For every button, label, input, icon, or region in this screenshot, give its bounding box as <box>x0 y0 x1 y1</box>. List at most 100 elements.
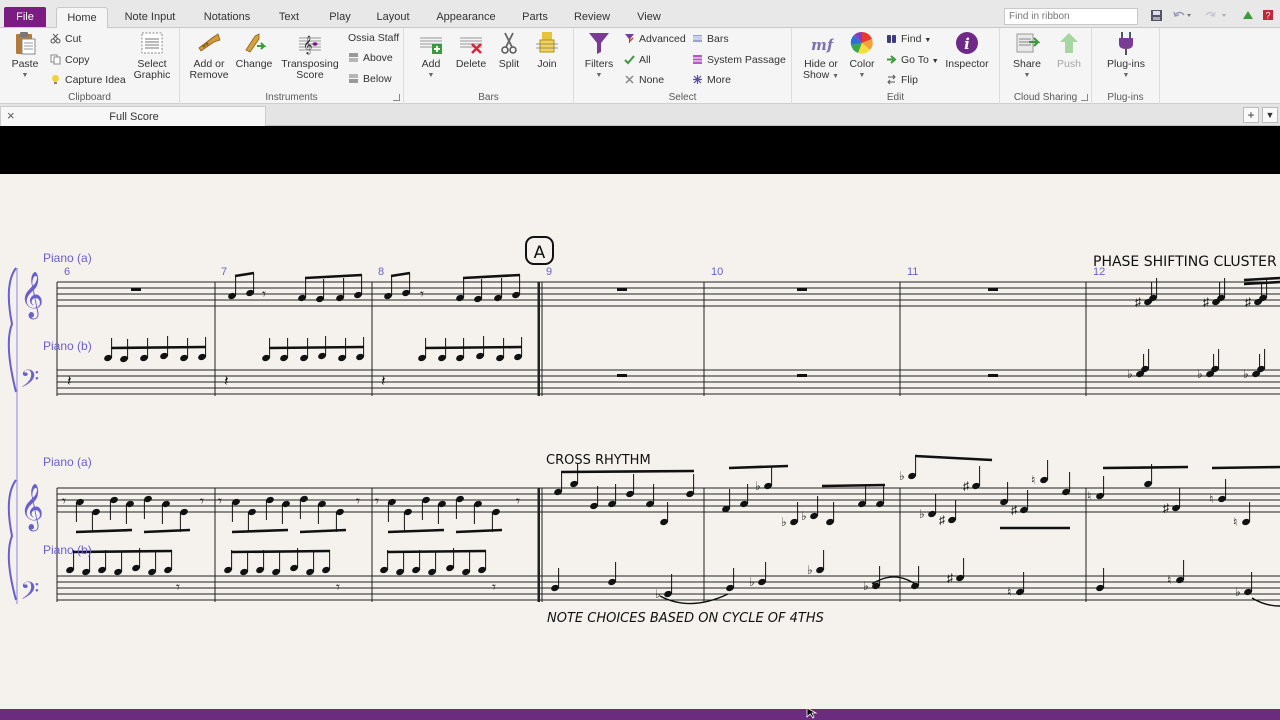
tab-menu-icon[interactable]: ▼ <box>1262 107 1278 123</box>
tab-play[interactable]: Play <box>322 7 358 28</box>
lightbulb-icon <box>52 75 59 84</box>
tab-appearance[interactable]: Appearance <box>430 7 502 28</box>
rest: 𝄾 <box>420 286 424 303</box>
copy-button[interactable]: Copy <box>50 53 90 67</box>
note <box>421 496 430 520</box>
goto-button[interactable]: Go To ▼ <box>886 53 939 67</box>
help-icon[interactable]: ? <box>1262 9 1274 24</box>
triangle-up-icon[interactable] <box>1242 9 1254 24</box>
color-button[interactable]: Color ▼ <box>846 30 878 81</box>
add-bar-button[interactable]: Add ▼ <box>416 30 446 81</box>
tab-file[interactable]: File <box>4 7 46 27</box>
capture-idea-button[interactable]: Capture Idea <box>50 73 126 87</box>
phase-shifting-text[interactable]: PHASE SHIFTING CLUSTER C <box>1093 254 1280 270</box>
rehearsal-mark[interactable]: A <box>534 243 546 263</box>
accidental: ♭ <box>919 507 925 521</box>
select-all-icon <box>624 55 635 65</box>
bar-number: 11 <box>907 266 918 278</box>
tab-note-input[interactable]: Note Input <box>116 7 184 28</box>
beam <box>455 528 503 534</box>
split-bar-button[interactable]: Split <box>494 30 524 70</box>
redo-icon[interactable] <box>1204 9 1228 25</box>
note <box>265 496 274 520</box>
tab-view[interactable]: View <box>628 7 670 28</box>
note <box>455 495 464 519</box>
plugins-button[interactable]: Plug-ins ▼ <box>1100 30 1152 81</box>
arrow-up-icon <box>1060 33 1078 53</box>
accidental: ♭ <box>755 479 761 493</box>
select-all-button[interactable]: All <box>624 53 651 67</box>
filters-button[interactable]: Filters ▼ <box>582 30 616 81</box>
delete-bar-button[interactable]: Delete <box>454 30 488 70</box>
split-label: Split <box>498 58 520 70</box>
cloud-dialog-launcher-icon[interactable] <box>1081 94 1088 101</box>
note <box>109 496 118 520</box>
instrument-name-piano-a[interactable]: Piano (a) <box>43 251 92 265</box>
note: ♮ <box>1167 560 1185 587</box>
save-icon[interactable] <box>1150 9 1163 25</box>
paste-button[interactable]: Paste ▼ <box>6 30 44 81</box>
tab-layout[interactable]: Layout <box>370 7 416 28</box>
note <box>412 550 421 574</box>
instrument-name-piano-a[interactable]: Piano (a) <box>43 455 92 469</box>
note <box>180 338 189 362</box>
transposing-score-button[interactable]: 𝄞 Transposing Score <box>278 30 342 81</box>
instrument-name-piano-b[interactable]: Piano (b) <box>43 543 92 557</box>
ossia-below-button[interactable]: Below <box>348 72 392 86</box>
instruments-dialog-launcher-icon[interactable] <box>393 94 400 101</box>
hide-show-button[interactable]: mf Hide or Show ▼ <box>800 30 842 82</box>
accidental: ♮ <box>1087 489 1091 503</box>
note-choices-text[interactable]: NOTE CHOICES BASED ON CYCLE OF 4THS <box>547 611 824 626</box>
score-canvas[interactable]: 𝄾 𝄾 𝄽 𝄽 𝄽 ♯ ♯ ♯ ♭ ♭ ♭ 𝄾 𝄾 𝄾 𝄾 𝄾 𝄾 ♭ ♭ ♭ ♭ ♭ ♯ ♯ ♯ ♮ ♮ ♯ ♮ ♮ 𝄾 𝄾 𝄾 ♭ ♭ ♭ ♭ ♯ ♮ ♮… <box>0 174 1280 709</box>
add-remove-button[interactable]: Add or Remove <box>188 30 230 81</box>
accidental: ♭ <box>801 509 807 523</box>
push-button[interactable]: Push <box>1052 30 1086 70</box>
select-more-button[interactable]: More <box>692 73 731 87</box>
tab-parts[interactable]: Parts <box>514 7 556 28</box>
tab-review[interactable]: Review <box>568 7 616 28</box>
add-tab-button[interactable]: + <box>1243 107 1259 123</box>
note: ♯ <box>947 558 965 585</box>
inspector-button[interactable]: i Inspector <box>942 30 992 70</box>
note <box>626 474 635 498</box>
change-instrument-button[interactable]: Change <box>234 30 274 70</box>
note <box>198 337 207 361</box>
share-button[interactable]: Share ▼ <box>1010 30 1044 81</box>
bar-number: 6 <box>64 266 70 278</box>
note <box>356 337 365 361</box>
whole-rest <box>797 288 807 291</box>
join-bar-button[interactable]: Join <box>532 30 562 70</box>
advanced-filter-button[interactable]: Advanced <box>624 32 686 46</box>
tab-notations[interactable]: Notations <box>196 7 258 28</box>
cloud-sharing-group-label: Cloud Sharing <box>1013 92 1078 103</box>
select-none-button[interactable]: None <box>624 73 664 87</box>
ribbon-search-input[interactable]: Find in ribbon <box>1004 8 1138 25</box>
instrument-name-piano-b[interactable]: Piano (b) <box>43 339 92 353</box>
edit-group-label: Edit <box>886 92 905 103</box>
find-button[interactable]: Find ▼ <box>886 32 931 46</box>
whole-rest <box>617 288 627 291</box>
cut-button[interactable]: Cut <box>50 32 81 46</box>
ossia-above-button[interactable]: Above <box>348 51 393 65</box>
undo-icon[interactable] <box>1172 9 1192 25</box>
select-graphic-button[interactable]: Select Graphic <box>132 30 172 81</box>
document-tab[interactable]: × Full Score <box>0 106 266 126</box>
note: ♯ <box>1135 282 1153 309</box>
note <box>246 273 255 297</box>
brace-system-1 <box>7 267 17 393</box>
status-bar <box>0 707 1280 720</box>
select-system-passage-button[interactable]: System Passage <box>692 53 786 67</box>
trumpet-icon <box>198 33 221 52</box>
cross-rhythm-text[interactable]: CROSS RHYTHM <box>546 453 651 468</box>
note <box>299 495 308 519</box>
rest: 𝄾 <box>516 493 520 510</box>
ossia-staff-label: Ossia Staff <box>348 32 400 44</box>
note <box>224 550 233 574</box>
tab-home[interactable]: Home <box>56 7 108 29</box>
note <box>164 550 173 574</box>
note <box>98 550 107 574</box>
beam <box>230 549 331 554</box>
tab-text[interactable]: Text <box>270 7 308 28</box>
flip-button[interactable]: Flip <box>886 73 918 87</box>
select-bars-button[interactable]: Bars <box>692 32 729 46</box>
